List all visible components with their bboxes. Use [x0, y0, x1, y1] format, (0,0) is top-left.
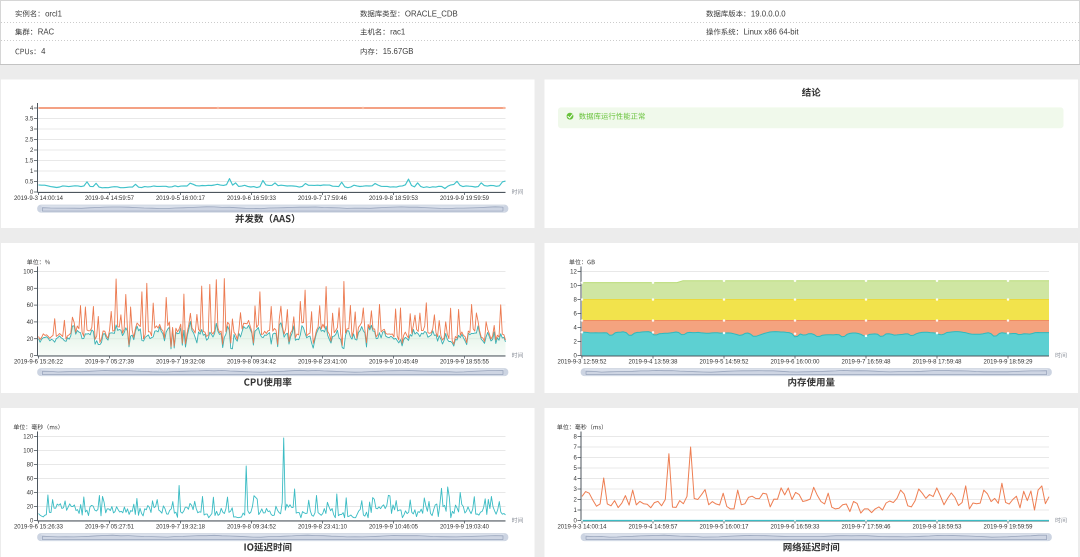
svg-text:2019-9-4 14:59:57: 2019-9-4 14:59:57	[85, 196, 135, 202]
svg-text:60: 60	[27, 303, 34, 309]
svg-text:2019-9-5 16:00:17: 2019-9-5 16:00:17	[156, 196, 206, 202]
svg-text:2019-9-7 17:59:46: 2019-9-7 17:59:46	[841, 525, 891, 531]
svg-text:100: 100	[23, 449, 34, 455]
svg-text:2019-9-9 18:55:55: 2019-9-9 18:55:55	[440, 360, 490, 366]
svg-text:20: 20	[27, 505, 34, 511]
svg-text:2019-9-5 14:59:52: 2019-9-5 14:59:52	[699, 360, 749, 366]
svg-text:orcl1: orcl1	[45, 9, 62, 18]
svg-text:2019-9-3 14:00:14: 2019-9-3 14:00:14	[14, 196, 64, 202]
svg-text:2.5: 2.5	[25, 138, 34, 144]
svg-text:2019-9-8 18:59:53: 2019-9-8 18:59:53	[369, 196, 419, 202]
svg-text:2019-9-6 15:26:33: 2019-9-6 15:26:33	[14, 525, 64, 531]
svg-text:2019-9-4 14:59:57: 2019-9-4 14:59:57	[628, 525, 678, 531]
svg-text:2019-9-4 13:59:38: 2019-9-4 13:59:38	[628, 360, 678, 366]
svg-text:2019-9-9 19:03:40: 2019-9-9 19:03:40	[440, 525, 490, 531]
svg-text:15.67GB: 15.67GB	[383, 47, 414, 56]
svg-text:2019-9-8 23:41:10: 2019-9-8 23:41:10	[298, 525, 348, 531]
svg-text:2019-9-8 17:59:48: 2019-9-8 17:59:48	[912, 360, 962, 366]
svg-text:40: 40	[27, 491, 34, 497]
svg-text:2019-9-8 09:34:42: 2019-9-8 09:34:42	[227, 360, 277, 366]
svg-text:2019-9-6 16:59:33: 2019-9-6 16:59:33	[770, 525, 820, 531]
svg-text:20: 20	[27, 337, 34, 343]
svg-text:2019-9-5 16:00:17: 2019-9-5 16:00:17	[699, 525, 749, 531]
svg-text:2019-9-9 10:46:05: 2019-9-9 10:46:05	[369, 525, 419, 531]
svg-text:rac1: rac1	[390, 28, 405, 37]
svg-text:60: 60	[27, 477, 34, 483]
svg-text:0.5: 0.5	[25, 180, 34, 186]
svg-text:2019-9-6 16:59:33: 2019-9-6 16:59:33	[227, 196, 277, 202]
svg-text:2019-9-8 09:34:52: 2019-9-8 09:34:52	[227, 525, 277, 531]
svg-text:120: 120	[23, 435, 34, 441]
svg-text:Linux x86 64-bit: Linux x86 64-bit	[744, 28, 800, 37]
svg-text:2019-9-9 19:59:59: 2019-9-9 19:59:59	[440, 196, 490, 202]
svg-text:ORACLE_CDB: ORACLE_CDB	[405, 9, 458, 18]
svg-text:2019-9-9 19:59:59: 2019-9-9 19:59:59	[983, 525, 1033, 531]
svg-text:2019-9-6 15:26:22: 2019-9-6 15:26:22	[14, 360, 64, 366]
svg-text:2019-9-6 16:00:00: 2019-9-6 16:00:00	[770, 360, 820, 366]
svg-text:2019-9-7 19:32:08: 2019-9-7 19:32:08	[156, 360, 206, 366]
svg-text:80: 80	[27, 463, 34, 469]
svg-text:2019-9-7 19:32:18: 2019-9-7 19:32:18	[156, 525, 206, 531]
svg-text:1.5: 1.5	[25, 159, 34, 165]
svg-text:2019-9-3 12:59:52: 2019-9-3 12:59:52	[557, 360, 607, 366]
svg-text:100: 100	[23, 270, 34, 276]
svg-text:2019-9-3 14:00:14: 2019-9-3 14:00:14	[557, 525, 607, 531]
svg-text:10: 10	[570, 284, 577, 290]
svg-text:2019-9-8 18:59:53: 2019-9-8 18:59:53	[912, 525, 962, 531]
svg-text:2019-9-9 10:45:49: 2019-9-9 10:45:49	[369, 360, 419, 366]
svg-text:19.0.0.0.0: 19.0.0.0.0	[751, 9, 786, 18]
svg-text:3.5: 3.5	[25, 117, 34, 123]
svg-text:RAC: RAC	[38, 28, 55, 37]
svg-text:2019-9-7 17:59:46: 2019-9-7 17:59:46	[298, 196, 348, 202]
svg-text:2019-9-8 23:41:00: 2019-9-8 23:41:00	[298, 360, 348, 366]
svg-text:12: 12	[570, 270, 577, 276]
svg-text:2019-9-7 05:27:51: 2019-9-7 05:27:51	[85, 525, 135, 531]
svg-text:2019-9-7 16:59:48: 2019-9-7 16:59:48	[841, 360, 891, 366]
svg-text:2019-9-9 18:59:29: 2019-9-9 18:59:29	[983, 360, 1033, 366]
svg-text:80: 80	[27, 286, 34, 292]
svg-text:2019-9-7 05:27:39: 2019-9-7 05:27:39	[85, 360, 135, 366]
svg-text:4: 4	[41, 47, 46, 56]
svg-text:40: 40	[27, 320, 34, 326]
